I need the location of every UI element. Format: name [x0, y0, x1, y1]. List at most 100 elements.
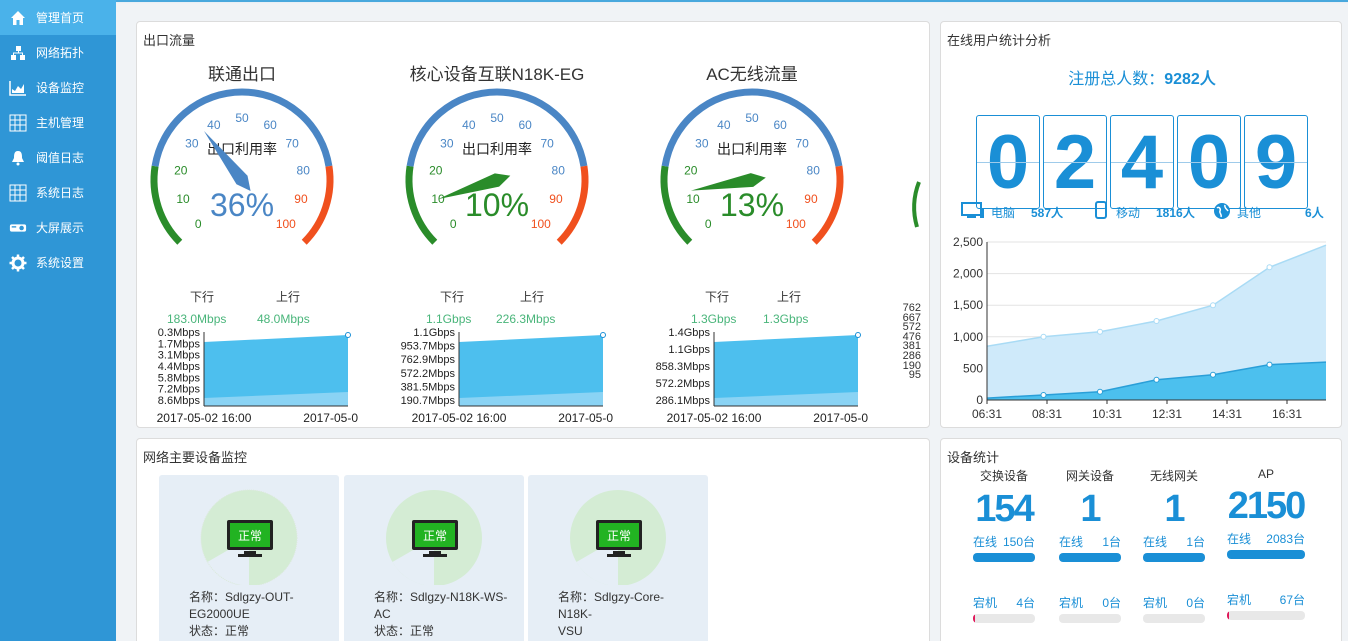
- sidebar: 管理首页 网络拓扑 设备监控 主机管理 阈值日志 系统日志 大屏展示 系统设置: [0, 0, 116, 641]
- sidebar-item-label: 系统设置: [36, 256, 85, 270]
- panel-title: 出口流量: [143, 33, 196, 48]
- gauge-tick: [203, 104, 210, 115]
- gauge-tick: [518, 99, 521, 105]
- gauge-tick: [569, 211, 575, 214]
- breakdown-value: 587人: [1031, 206, 1064, 220]
- legend-down-value: 1.3Gbps: [691, 312, 737, 326]
- gauge-tick: [555, 124, 561, 129]
- device-name-line2: EG2000UE: [189, 607, 250, 621]
- y-tick-label: 286.1Mbps: [656, 395, 711, 407]
- gauge-tick: [672, 151, 678, 154]
- gauge-tick: [822, 202, 833, 207]
- y-tick-label: 4.4Mbps: [158, 361, 201, 373]
- down-value: 0台: [1102, 596, 1121, 610]
- gauge-tick: [439, 118, 444, 123]
- gauge-tick: [674, 211, 680, 214]
- gauge-scale-label: 100: [531, 217, 551, 231]
- y-tick-label: 500: [963, 361, 983, 375]
- gauge-tick: [571, 151, 577, 154]
- down-bar: [973, 614, 1035, 623]
- traffic-point: [600, 332, 606, 338]
- gauge-scale-label: 100: [786, 217, 806, 231]
- sidebar-item-bigscreen[interactable]: 大屏展示: [0, 210, 116, 245]
- gauge-tick: [817, 224, 822, 228]
- projector-icon: [9, 219, 27, 237]
- gauge-tick: [773, 99, 776, 105]
- device-stat-column: AP 2150 在线 2083台 宕机 67台: [1227, 467, 1306, 620]
- sidebar-item-label: 主机管理: [36, 116, 85, 130]
- gauge-tick: [824, 166, 836, 170]
- series-point: [1097, 328, 1103, 335]
- sidebar-item-label: 系统日志: [36, 186, 85, 200]
- sidebar-item-home[interactable]: 管理首页: [0, 0, 116, 35]
- gauge-value: 36%: [210, 187, 274, 223]
- gauge-ac-wireless: AC无线流量 0 10 20 30 40 50 60 70 80 90 100 出口利用率 13% 下行…: [652, 52, 892, 427]
- gauge-scale-label: 30: [440, 137, 454, 151]
- gauge-tick: [161, 202, 172, 207]
- series-point: [1040, 391, 1047, 398]
- sidebar-item-system-log[interactable]: 系统日志: [0, 175, 116, 210]
- gear-icon: [9, 254, 27, 272]
- y-tick-label: 762.9Mbps: [401, 354, 456, 366]
- sidebar-item-label: 管理首页: [36, 11, 85, 25]
- down-value: 0台: [1186, 596, 1205, 610]
- gauge-scale-label: 10: [431, 192, 445, 206]
- device-state: 状态：正常: [374, 624, 435, 638]
- gauge-tick: [263, 99, 266, 105]
- device-card[interactable]: 正常 名称：Sdlgzy-Core-N18K- VSU 状态：正常: [528, 475, 708, 641]
- gauge-tick: [451, 108, 456, 114]
- gauge-tick: [190, 113, 194, 118]
- sidebar-item-label: 阈值日志: [36, 151, 85, 165]
- legend-up-label: 上行: [276, 290, 301, 304]
- gauge-tick: [302, 230, 307, 234]
- gauge-name: 出口利用率: [462, 141, 532, 157]
- gauge-tick: [720, 101, 724, 107]
- outflow-panel: 出口流量 联通出口 0 10 20 30 40 50 60 70 80 90 100 出口利用率 36%…: [136, 21, 930, 428]
- series-point: [1266, 361, 1273, 368]
- online-label: 在线: [973, 535, 998, 549]
- gauge-tick: [826, 151, 832, 154]
- gauge-tick: [432, 230, 437, 234]
- gauge-tick: [829, 196, 835, 199]
- device-card[interactable]: 正常 名称：Sdlgzy-OUT- EG2000UE 状态：正常: [159, 475, 339, 641]
- gauge-tick: [525, 101, 529, 107]
- sidebar-item-host[interactable]: 主机管理: [0, 105, 116, 140]
- breakdown-label: 移动: [1116, 206, 1141, 220]
- legend-up-value: 1.3Gbps: [763, 312, 809, 326]
- bell-icon: [9, 149, 27, 167]
- device-info: 名称：Sdlgzy-N18K-WS- AC 状态：正常: [374, 589, 514, 640]
- stat-count: 1: [1164, 488, 1185, 530]
- sidebar-item-topology[interactable]: 网络拓扑: [0, 35, 116, 70]
- gauge-tick: [538, 108, 543, 114]
- partial-gauge: [912, 181, 921, 228]
- gauge-tick: [678, 217, 683, 221]
- gauge-tick: [828, 158, 834, 161]
- gauge-tick: [687, 230, 692, 234]
- partial-axis: 762 667 572 476 381 286 190 95: [897, 303, 921, 381]
- gauge-tick: [290, 113, 294, 118]
- legend-down-label: 下行: [440, 290, 465, 304]
- gauge-tick: [511, 97, 514, 103]
- online-value: 1台: [1186, 535, 1205, 549]
- legend-up-label: 上行: [777, 290, 802, 304]
- device-card[interactable]: 正常 名称：Sdlgzy-N18K-WS- AC 状态：正常: [344, 475, 524, 641]
- home-icon: [9, 9, 27, 27]
- sidebar-item-device-monitor[interactable]: 设备监控: [0, 70, 116, 105]
- gauge-scale-label: 90: [804, 192, 818, 206]
- online-label: 在线: [1059, 535, 1084, 549]
- traffic-mini-chart: 1.4Gbps 1.1Gbps 858.3Mbps 572.2Mbps 286.1Mbp…: [656, 328, 869, 425]
- gauge-tick: [573, 158, 579, 161]
- sidebar-item-threshold-log[interactable]: 阈值日志: [0, 140, 116, 175]
- gauge-tick: [165, 143, 171, 147]
- sidebar-item-settings[interactable]: 系统设置: [0, 245, 116, 280]
- gauge-tick: [566, 217, 571, 221]
- gauge-tick: [433, 124, 439, 129]
- traffic-mini-chart: 1.1Gbps 953.7Mbps762.9Mbps 572.2Mbps381.5M…: [401, 328, 614, 425]
- gauge-tick: [158, 189, 164, 191]
- series-point: [1097, 388, 1103, 395]
- gauge-tick: [301, 130, 311, 138]
- stat-down-line: 宕机 67台: [1227, 591, 1305, 608]
- gauge-scale-label: 50: [490, 111, 504, 125]
- legend-down-value: 1.1Gbps: [426, 312, 472, 326]
- gauge-tick: [694, 118, 699, 123]
